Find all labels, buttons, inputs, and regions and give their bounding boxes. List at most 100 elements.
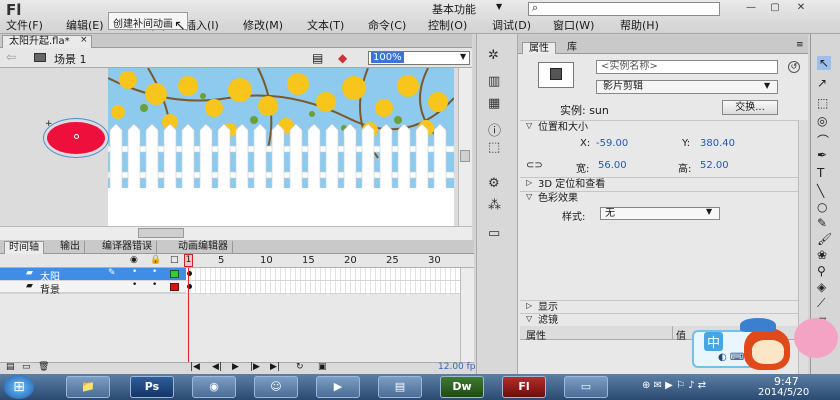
eye-icon[interactable]: ◉ [130, 255, 138, 265]
lasso-tool-icon[interactable]: ⌒ [817, 132, 829, 149]
collapse-triangle-icon[interactable]: ▽ [526, 314, 532, 323]
layer-color-swatch[interactable] [170, 270, 179, 278]
zoom-select[interactable]: 100% [368, 51, 470, 65]
prev-frame-icon[interactable]: ◀| [212, 362, 222, 372]
lock-dot-icon[interactable]: • [152, 267, 157, 277]
code-snippets-icon[interactable]: ⁂ [488, 198, 501, 213]
lock-dot-icon[interactable]: • [152, 280, 157, 290]
menu-window[interactable]: 窗口(W) [553, 17, 594, 33]
menu-commands[interactable]: 命令(C) [368, 17, 406, 33]
x-value[interactable]: -59.00 [596, 138, 628, 149]
next-frame-icon[interactable]: |▶ [250, 362, 260, 372]
frame-track[interactable] [186, 268, 460, 280]
subselection-tool-icon[interactable]: ↗ [817, 76, 827, 90]
outline-icon[interactable]: □ [170, 255, 179, 265]
onion-skin-icon[interactable]: ▣ [318, 362, 327, 372]
help-search-input[interactable] [528, 2, 720, 16]
link-icon[interactable]: ⊂⊃ [526, 160, 543, 171]
project-icon[interactable]: ▭ [488, 226, 500, 241]
components-icon[interactable]: ⚙ [488, 176, 500, 191]
layer-row[interactable]: ▰ 背景 • • [0, 280, 460, 296]
expand-triangle-icon[interactable]: ▷ [526, 301, 532, 310]
collapse-triangle-icon[interactable]: ▽ [526, 121, 532, 130]
visibility-dot-icon[interactable]: • [132, 267, 137, 277]
oval-tool-icon[interactable]: ○ [817, 200, 827, 214]
stage-canvas[interactable] [108, 68, 454, 226]
clock-date[interactable]: 2014/5/20 [758, 387, 809, 398]
back-arrow-icon[interactable]: ⇦ [6, 50, 16, 64]
video-task-icon[interactable]: ▶ [316, 376, 360, 398]
section-position-size[interactable]: 位置和大小 [520, 120, 808, 134]
chevron-down-icon[interactable]: ▼ [764, 81, 770, 90]
tab-properties[interactable]: 属性 [522, 42, 556, 54]
y-value[interactable]: 380.40 [700, 138, 735, 149]
first-frame-icon[interactable]: |◀ [190, 362, 200, 372]
photoshop-task-button[interactable]: Ps [130, 376, 174, 398]
collapse-triangle-icon[interactable]: ▽ [526, 192, 532, 201]
visibility-dot-icon[interactable]: • [132, 280, 137, 290]
instance-name-input[interactable]: <实例名称> [596, 60, 778, 74]
tab-timeline[interactable]: 时间轴 [4, 241, 44, 254]
panel-menu-icon[interactable]: ≡ [796, 40, 804, 50]
menu-text[interactable]: 文本(T) [307, 17, 344, 33]
free-transform-tool-icon[interactable]: ⬚ [817, 96, 828, 110]
chevron-down-icon[interactable]: ▼ [706, 207, 712, 216]
layer-row[interactable]: ▰ 太阳 ✎ • • [0, 267, 460, 283]
edit-symbols-icon[interactable]: ▤ [312, 51, 323, 65]
stage-vertical-scrollbar[interactable] [458, 68, 472, 226]
tab-library[interactable]: 库 [561, 42, 583, 54]
loop-icon[interactable]: ↻ [296, 362, 304, 372]
3d-rotation-tool-icon[interactable]: ◎ [817, 114, 827, 128]
text-tool-icon[interactable]: T [817, 166, 824, 180]
tab-motion-editor[interactable]: 动画编辑器 [174, 241, 233, 254]
swap-button[interactable]: 交换... [722, 100, 778, 115]
chevron-down-icon[interactable]: ▼ [496, 2, 502, 11]
playhead[interactable]: 1 [184, 254, 193, 267]
transform-icon[interactable]: ⬚ [488, 140, 500, 155]
bone-tool-icon[interactable]: ⚲ [817, 264, 826, 278]
scene-breadcrumb[interactable]: 场景 1 [54, 51, 87, 67]
tab-output[interactable]: 输出 [56, 241, 85, 254]
document-tab[interactable]: 太阳升起.fla* [2, 35, 92, 48]
new-layer-icon[interactable]: ▤ [6, 362, 15, 372]
menu-insert[interactable]: 插入(I) [185, 17, 219, 33]
refresh-icon[interactable]: ↺ [788, 61, 800, 73]
timeline-scrollbar[interactable] [460, 268, 474, 366]
last-frame-icon[interactable]: ▶| [270, 362, 280, 372]
section-3d[interactable]: 3D 定位和查看 [520, 177, 808, 191]
menu-modify[interactable]: 修改(M) [243, 17, 283, 33]
pen-tool-icon[interactable]: ✒ [817, 148, 827, 162]
height-value[interactable]: 52.00 [700, 160, 729, 171]
ime-mode-indicator[interactable]: 中 [704, 332, 724, 351]
frame-track[interactable] [186, 281, 460, 293]
workspace-switcher[interactable]: 基本功能 [432, 1, 476, 17]
lock-icon[interactable]: 🔒 [150, 255, 161, 265]
color-style-select[interactable]: 无 [600, 207, 720, 220]
deco-tool-icon[interactable]: ❀ [817, 248, 827, 262]
width-value[interactable]: 56.00 [598, 160, 627, 171]
section-color-effect[interactable]: 色彩效果 [520, 191, 808, 205]
symbol-type-select[interactable]: 影片剪辑 [596, 80, 778, 94]
brush-tool-icon[interactable]: 🖌 [817, 232, 832, 246]
pencil-tool-icon[interactable]: ✎ [817, 216, 827, 230]
dreamweaver-task-button[interactable]: Dw [440, 376, 484, 398]
menu-control[interactable]: 控制(O) [428, 17, 467, 33]
tab-compiler-errors[interactable]: 编译器错误 [98, 241, 157, 254]
expand-triangle-icon[interactable]: ▷ [526, 178, 532, 187]
info-icon[interactable]: ⓘ [488, 120, 501, 139]
chevron-down-icon[interactable]: ▼ [460, 52, 466, 61]
color-icon[interactable]: ▥ [488, 74, 500, 89]
delete-layer-icon[interactable]: 🗑 [38, 362, 49, 372]
selection-tool-icon[interactable]: ↖ [817, 56, 832, 70]
system-tray-icons[interactable]: ⊕ ✉ ▶ ⚐ ♪ ⇄ [642, 380, 706, 391]
minimize-button[interactable]: — [740, 1, 762, 15]
browser-task-icon[interactable]: ◉ [192, 376, 236, 398]
menu-debug[interactable]: 调试(D) [492, 17, 531, 33]
play-icon[interactable]: ▶ [232, 362, 239, 372]
flash-task-button[interactable]: Fl [502, 376, 546, 398]
menu-help[interactable]: 帮助(H) [620, 17, 659, 33]
stage-horizontal-scrollbar[interactable] [0, 226, 472, 240]
line-tool-icon[interactable]: ╲ [817, 184, 824, 198]
motion-presets-icon[interactable]: ✲ [488, 48, 499, 63]
scrollbar-thumb[interactable] [138, 228, 184, 238]
